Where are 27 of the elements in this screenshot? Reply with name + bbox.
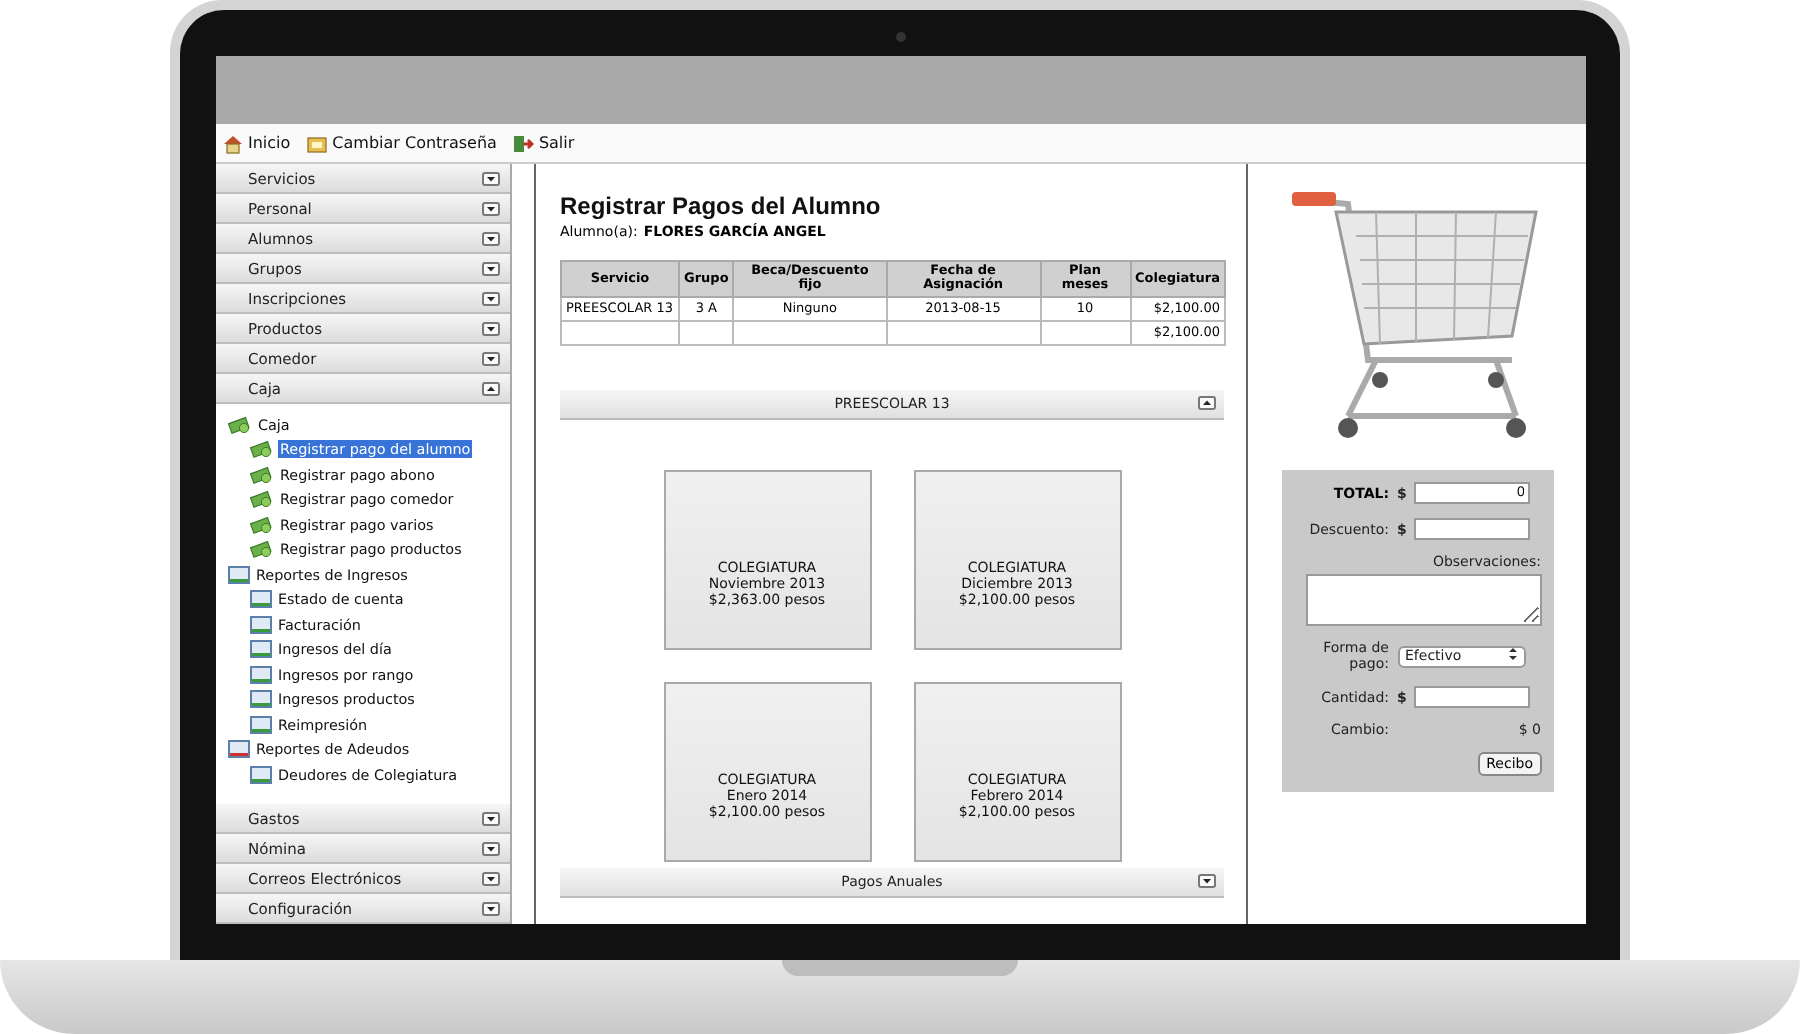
banknote-icon (228, 415, 252, 434)
document-icon (250, 765, 272, 784)
door-icon (512, 133, 535, 153)
amount-field[interactable] (1414, 518, 1531, 540)
banknote-icon (250, 490, 274, 509)
document-icon (228, 565, 250, 584)
banknote-icon (250, 465, 274, 484)
banknote-icon (250, 440, 274, 459)
document-icon (228, 740, 250, 759)
toolbar-link[interactable]: Inicio (222, 133, 291, 153)
document-icon (250, 690, 272, 709)
house-icon (222, 133, 244, 153)
toolbar-link[interactable]: Salir (512, 133, 575, 153)
document-icon (250, 590, 272, 609)
toolbar-link[interactable]: Cambiar Contraseña (306, 133, 497, 153)
document-icon (250, 715, 272, 734)
banknote-icon (250, 540, 274, 559)
observations-field[interactable] (1305, 574, 1541, 626)
updown-icon (1507, 646, 1517, 666)
folder-icon (306, 133, 329, 153)
document-icon (250, 615, 272, 634)
banknote-icon (250, 515, 274, 534)
amount-field[interactable] (1414, 686, 1531, 708)
document-icon (250, 640, 272, 659)
camera-icon (896, 32, 906, 42)
page-title: Registrar Pagos del Alumno (560, 192, 883, 220)
document-icon (250, 665, 272, 684)
